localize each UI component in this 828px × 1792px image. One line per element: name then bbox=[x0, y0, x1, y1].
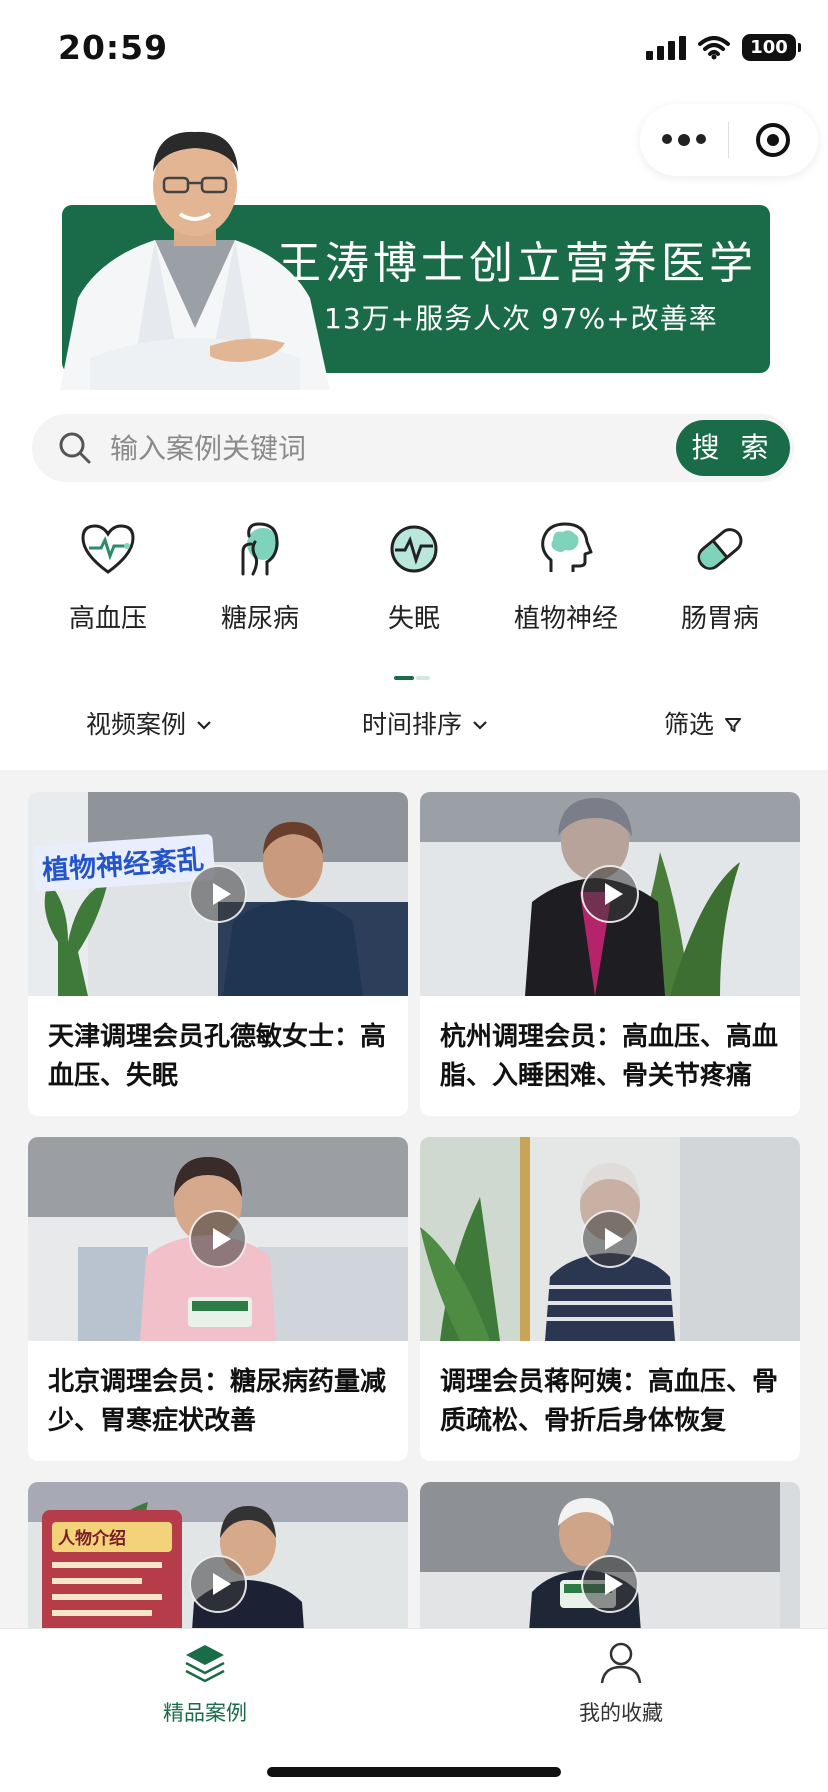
category-nav: 高血压 糖尿病 失眠 植物神经 肠胃病 bbox=[0, 518, 828, 638]
video-thumbnail bbox=[420, 792, 800, 996]
case-type-label: 视频案例 bbox=[86, 710, 187, 739]
video-thumbnail: 人物介绍 bbox=[28, 1482, 408, 1630]
case-title: 杭州调理会员：高血压、高血脂、入睡困难、骨关节疼痛 bbox=[440, 1022, 779, 1091]
stack-layers-icon bbox=[185, 1645, 225, 1683]
category-page-indicator bbox=[394, 676, 430, 680]
play-icon bbox=[189, 865, 247, 923]
status-time: 20:59 bbox=[58, 28, 169, 67]
category-label: 肠胃病 bbox=[680, 604, 759, 634]
case-title: 天津调理会员孔德敏女士：高血压、失眠 bbox=[48, 1022, 387, 1091]
case-card[interactable]: 杭州调理会员：高血压、高血脂、入睡困难、骨关节疼痛 bbox=[420, 792, 800, 1116]
case-grid: 植物神经紊乱 天津调理会员孔德敏女士：高血压、失眠 杭州调理会员：高血压、高血脂… bbox=[0, 770, 828, 1630]
pulse-circle-icon bbox=[390, 525, 438, 573]
case-card[interactable] bbox=[420, 1482, 800, 1630]
miniprogram-capsule bbox=[640, 104, 818, 176]
bottom-tab-bar: 精品案例 我的收藏 bbox=[0, 1628, 828, 1792]
status-icons: 100 bbox=[646, 34, 801, 61]
category-gastro[interactable]: 肠胃病 bbox=[650, 518, 790, 635]
category-label: 高血压 bbox=[68, 604, 147, 634]
tab-featured-cases[interactable]: 精品案例 bbox=[105, 1639, 305, 1727]
more-options-button[interactable] bbox=[640, 134, 728, 146]
sort-label: 时间排序 bbox=[362, 710, 463, 739]
thumbnail-overlay-text: 人物介绍 bbox=[58, 1528, 126, 1549]
chevron-down-icon bbox=[473, 721, 487, 730]
filter-bar: 视频案例 时间排序 筛选 bbox=[0, 700, 828, 770]
search-icon bbox=[59, 432, 91, 464]
case-card[interactable]: 调理会员蒋阿姨：高血压、骨质疏松、骨折后身体恢复 bbox=[420, 1137, 800, 1461]
video-thumbnail bbox=[28, 1137, 408, 1341]
case-type-dropdown[interactable]: 视频案例 bbox=[86, 700, 212, 750]
video-thumbnail bbox=[420, 1482, 800, 1630]
search-button[interactable]: 搜 索 bbox=[676, 420, 790, 476]
case-title: 调理会员蒋阿姨：高血压、骨质疏松、骨折后身体恢复 bbox=[440, 1367, 779, 1436]
category-label: 植物神经 bbox=[513, 604, 618, 634]
category-insomnia[interactable]: 失眠 bbox=[344, 518, 484, 635]
pancreas-icon bbox=[241, 522, 279, 576]
chevron-down-icon bbox=[197, 721, 211, 730]
search-bar: 搜 索 bbox=[32, 414, 794, 482]
tab-label: 我的收藏 bbox=[579, 1701, 663, 1725]
close-miniprogram-button[interactable] bbox=[729, 123, 817, 157]
filter-label: 筛选 bbox=[664, 710, 715, 739]
target-icon bbox=[756, 123, 790, 157]
category-hypertension[interactable]: 高血压 bbox=[38, 518, 178, 635]
sort-dropdown[interactable]: 时间排序 bbox=[362, 700, 488, 750]
play-icon bbox=[189, 1210, 247, 1268]
heart-pulse-icon bbox=[81, 524, 135, 574]
banner-title: 王涛博士创立营养医学 bbox=[277, 238, 757, 289]
video-thumbnail: 植物神经紊乱 bbox=[28, 792, 408, 996]
video-thumbnail bbox=[420, 1137, 800, 1341]
case-card[interactable]: 北京调理会员：糖尿病药量减少、胃寒症状改善 bbox=[28, 1137, 408, 1461]
battery-icon: 100 bbox=[742, 34, 801, 61]
play-icon bbox=[189, 1555, 247, 1613]
capsule-pill-icon bbox=[697, 528, 743, 570]
filter-button[interactable]: 筛选 bbox=[664, 700, 742, 750]
status-bar: 20:59 100 bbox=[0, 0, 828, 100]
doctor-portrait bbox=[60, 128, 330, 390]
category-label: 糖尿病 bbox=[220, 604, 299, 634]
banner-subtitle: 13万+服务人次 97%+改善率 bbox=[324, 302, 718, 335]
play-icon bbox=[581, 865, 639, 923]
wifi-icon bbox=[698, 35, 730, 59]
tab-label: 精品案例 bbox=[163, 1701, 247, 1725]
head-brain-icon bbox=[541, 522, 593, 572]
play-icon bbox=[581, 1210, 639, 1268]
play-icon bbox=[581, 1555, 639, 1613]
home-indicator bbox=[267, 1767, 561, 1777]
search-input[interactable] bbox=[110, 414, 610, 482]
case-card[interactable]: 植物神经紊乱 天津调理会员孔德敏女士：高血压、失眠 bbox=[28, 792, 408, 1116]
category-diabetes[interactable]: 糖尿病 bbox=[190, 518, 330, 635]
cellular-signal-icon bbox=[646, 35, 686, 60]
category-autonomic-nerve[interactable]: 植物神经 bbox=[496, 518, 636, 635]
case-title: 北京调理会员：糖尿病药量减少、胃寒症状改善 bbox=[48, 1367, 387, 1436]
tab-my-favorites[interactable]: 我的收藏 bbox=[521, 1639, 721, 1727]
case-card[interactable]: 人物介绍 bbox=[28, 1482, 408, 1630]
funnel-icon bbox=[725, 718, 742, 732]
user-icon bbox=[600, 1642, 642, 1684]
category-label: 失眠 bbox=[387, 604, 440, 634]
